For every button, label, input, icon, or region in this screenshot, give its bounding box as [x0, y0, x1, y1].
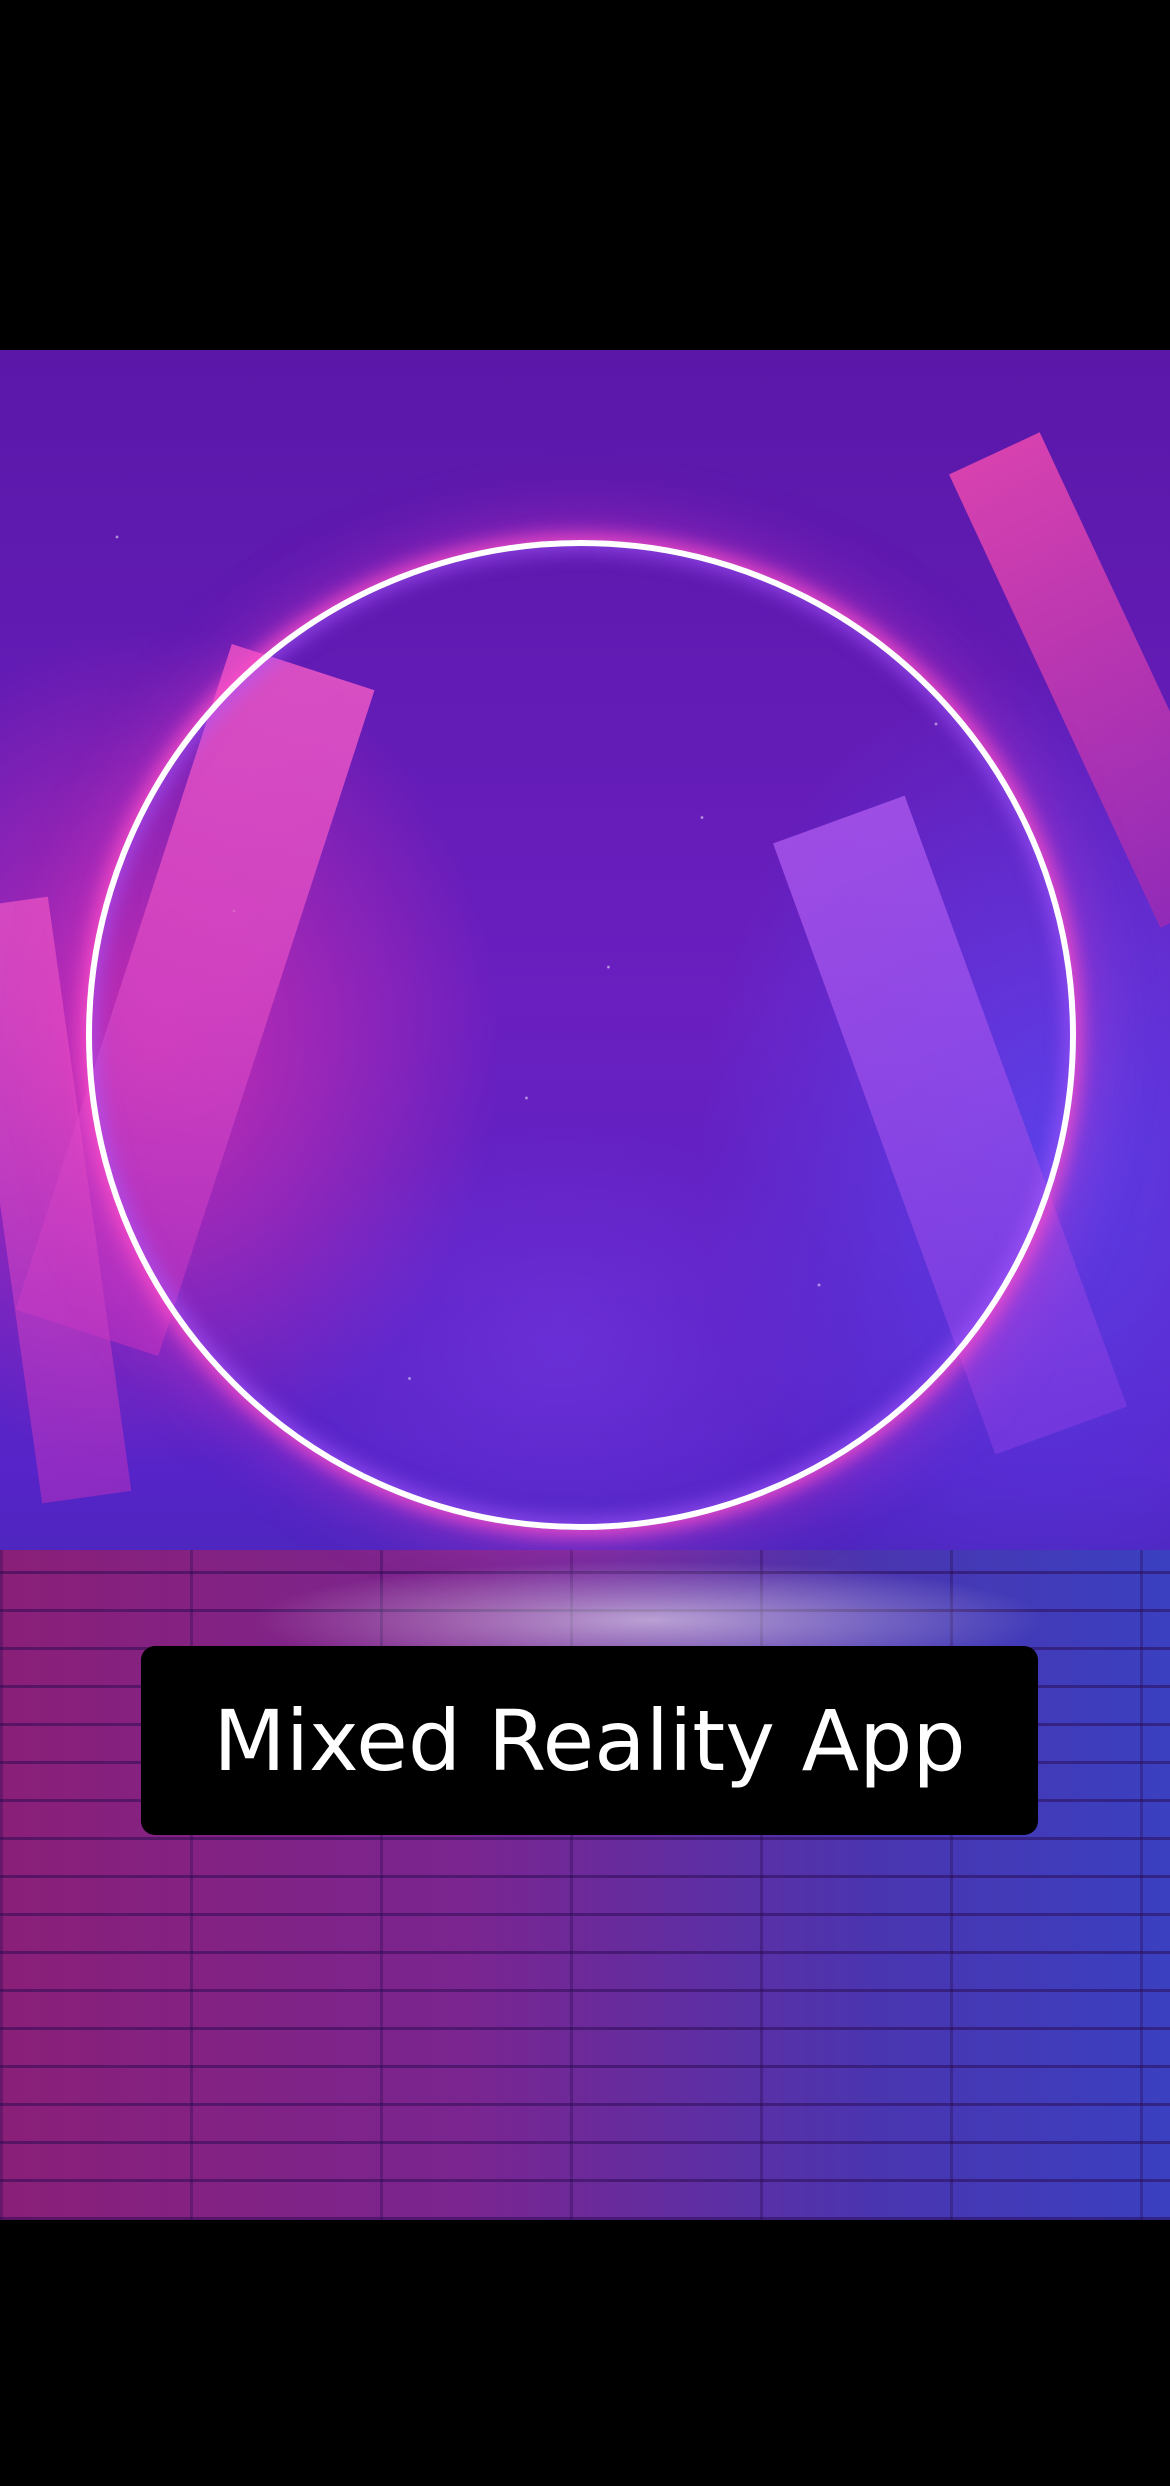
hero-background-image: [0, 350, 1170, 2220]
mixed-reality-app-button[interactable]: Mixed Reality App: [141, 1646, 1038, 1835]
neon-ring: [86, 540, 1076, 1530]
